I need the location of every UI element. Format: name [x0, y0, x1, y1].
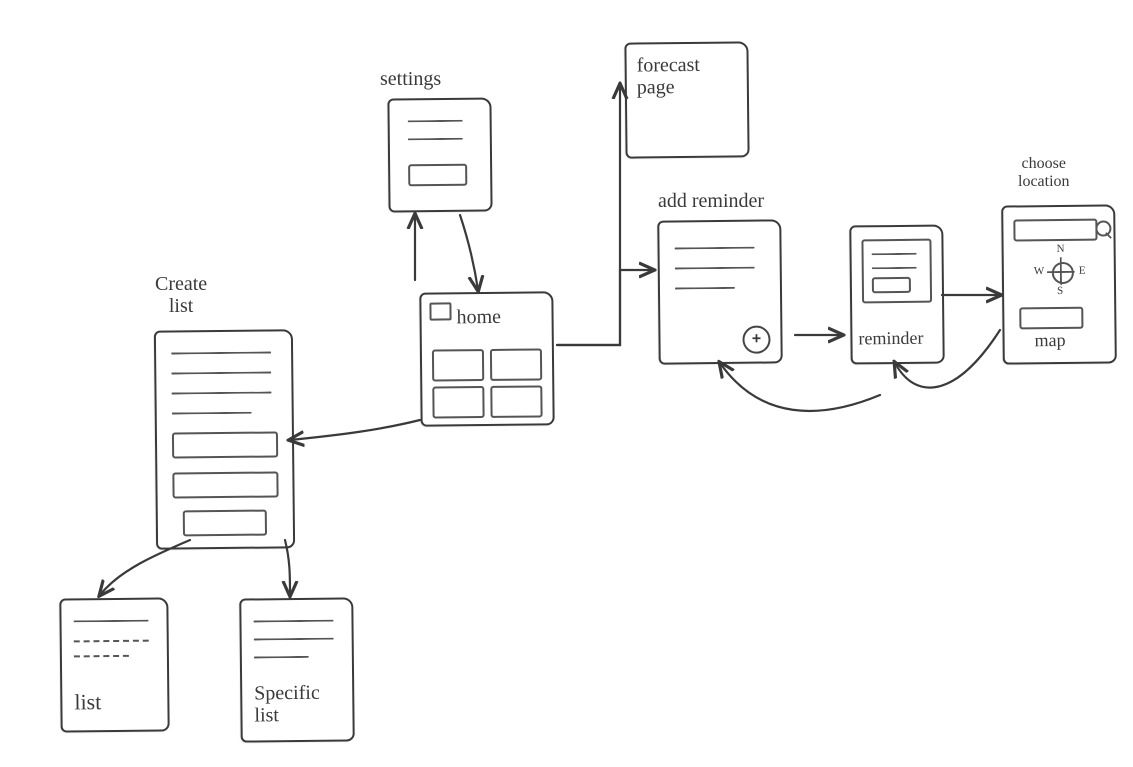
label-reminder: reminder — [858, 329, 923, 349]
label-map: map — [1034, 331, 1065, 351]
compass-s: S — [1057, 285, 1063, 297]
compass-n: N — [1057, 243, 1065, 255]
wireframe-flow-diagram: settings forecast page home add reminder… — [0, 0, 1133, 767]
screen-forecast: forecast page — [624, 41, 749, 158]
screen-specific-list: Specific list — [239, 597, 355, 742]
screen-reminder-dialog: reminder — [849, 225, 944, 365]
screen-create-list — [154, 329, 295, 549]
label-home: home — [456, 306, 501, 328]
screen-choose-location: N S W E map — [1001, 204, 1117, 364]
screen-settings — [387, 97, 492, 212]
label-add-reminder: add reminder — [658, 190, 764, 212]
screen-home: home — [419, 291, 554, 426]
screen-add-reminder: + — [657, 219, 783, 364]
label-choose-location: choose location — [1018, 155, 1070, 190]
label-create-list: Create list — [155, 273, 207, 317]
compass-e: E — [1079, 265, 1086, 277]
label-settings: settings — [380, 68, 441, 90]
add-button-icon: + — [742, 325, 770, 353]
label-list: list — [74, 690, 101, 714]
label-specific-list: Specific list — [254, 682, 320, 727]
screen-list: list — [59, 597, 169, 732]
compass-w: W — [1034, 265, 1045, 277]
label-forecast: forecast page — [637, 54, 701, 99]
